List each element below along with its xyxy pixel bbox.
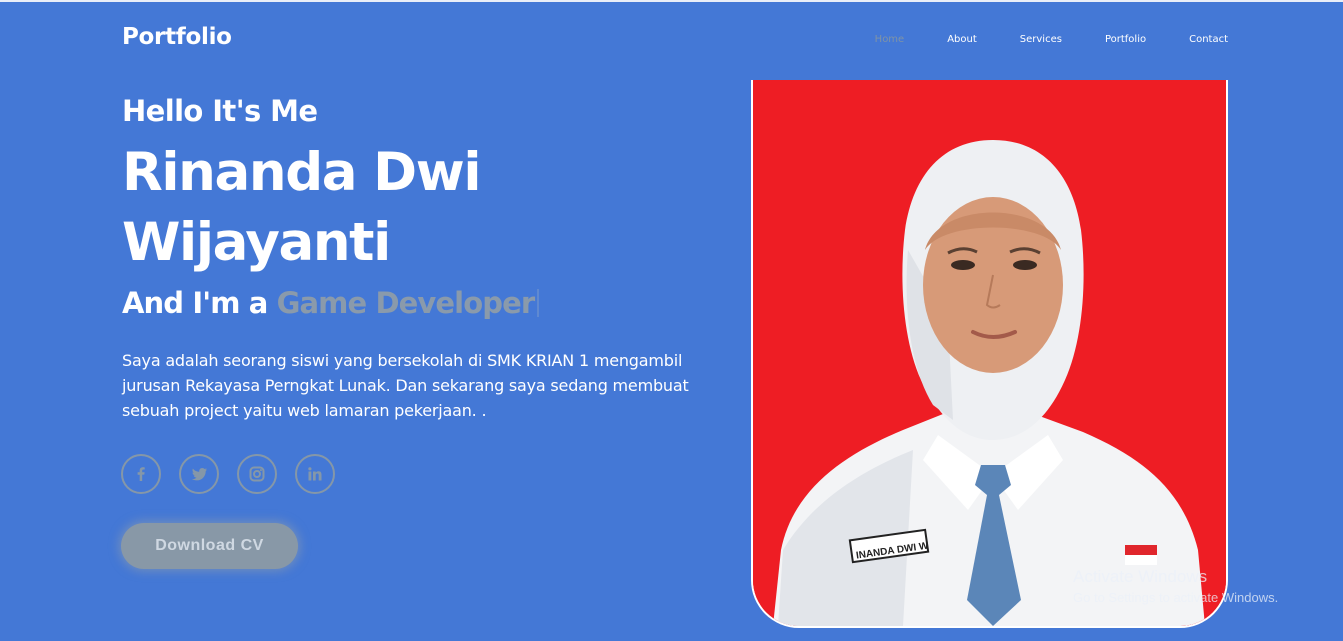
site-logo[interactable]: Portfolio bbox=[122, 24, 232, 50]
nav-contact[interactable]: Contact bbox=[1189, 34, 1228, 45]
windows-activation-watermark: Activate Windows Go to Settings to activ… bbox=[1073, 567, 1278, 605]
download-cv-button[interactable]: Download CV bbox=[121, 523, 298, 569]
twitter-link[interactable] bbox=[179, 454, 219, 494]
social-links bbox=[121, 454, 353, 494]
watermark-subtitle: Go to Settings to activate Windows. bbox=[1073, 590, 1279, 605]
role-prefix: And I'm a bbox=[122, 286, 268, 320]
name-line-2: Wijayanti bbox=[122, 212, 391, 273]
nav-about[interactable]: About bbox=[947, 34, 977, 45]
main-nav: Home About Services Portfolio Contact bbox=[832, 34, 1228, 45]
top-border bbox=[0, 0, 1343, 2]
linkedin-icon bbox=[308, 467, 322, 481]
hero-name: Rinanda Dwi Wijayanti bbox=[122, 138, 642, 278]
twitter-icon bbox=[191, 468, 207, 481]
facebook-link[interactable] bbox=[121, 454, 161, 494]
instagram-icon bbox=[249, 466, 265, 482]
role-typed: Game Developer bbox=[276, 286, 536, 320]
typing-caret bbox=[537, 289, 540, 317]
linkedin-link[interactable] bbox=[295, 454, 335, 494]
instagram-link[interactable] bbox=[237, 454, 277, 494]
name-line-1: Rinanda Dwi bbox=[122, 142, 481, 203]
hero-description: Saya adalah seorang siswi yang bersekola… bbox=[122, 351, 689, 420]
profile-photo: INANDA DWI W bbox=[751, 80, 1228, 628]
facebook-icon bbox=[137, 467, 145, 481]
nav-home[interactable]: Home bbox=[875, 34, 905, 45]
watermark-title: Activate Windows bbox=[1073, 567, 1208, 586]
greeting: Hello It's Me bbox=[122, 94, 318, 128]
nav-services[interactable]: Services bbox=[1020, 34, 1062, 45]
nav-portfolio[interactable]: Portfolio bbox=[1105, 34, 1146, 45]
role-line: And I'm a Game Developer bbox=[122, 286, 540, 320]
